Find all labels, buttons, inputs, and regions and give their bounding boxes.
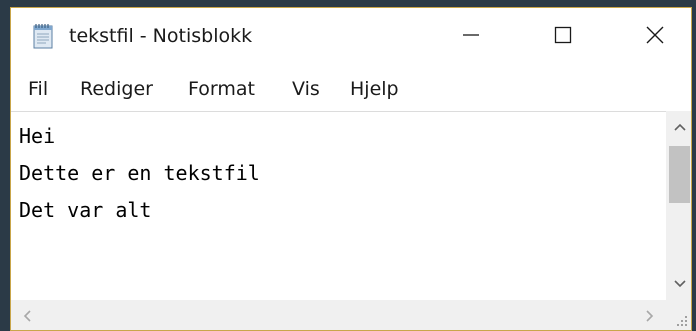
text-editor[interactable]: Hei Dette er en tekstfil Det var alt <box>11 111 666 300</box>
chevron-up-icon[interactable] <box>666 111 691 143</box>
menu-item-format[interactable]: Format <box>188 78 255 100</box>
window-title: tekstfil - Notisblokk <box>69 25 253 47</box>
chevron-down-icon[interactable] <box>666 268 691 300</box>
menu-item-fil[interactable]: Fil <box>28 78 48 100</box>
chevron-right-icon[interactable] <box>634 300 666 330</box>
minimize-button[interactable] <box>425 8 517 66</box>
chevron-left-icon[interactable] <box>11 300 43 330</box>
menu-item-hjelp[interactable]: Hjelp <box>350 78 399 100</box>
vertical-scrollbar[interactable] <box>666 111 691 300</box>
maximize-button[interactable] <box>517 8 609 66</box>
vertical-scroll-thumb[interactable] <box>669 146 690 203</box>
editor-line: Hei <box>19 124 56 148</box>
title-bar[interactable]: tekstfil - Notisblokk <box>11 8 691 66</box>
resize-grip-icon[interactable] <box>666 300 691 330</box>
maximize-icon <box>553 25 573 50</box>
menu-item-vis[interactable]: Vis <box>292 78 320 100</box>
notepad-window: tekstfil - Notisblokk Fil Rediger Format… <box>10 7 692 331</box>
menu-item-rediger[interactable]: Rediger <box>80 78 153 100</box>
minimize-icon <box>461 25 481 50</box>
horizontal-scrollbar[interactable] <box>11 300 666 330</box>
editor-line: Det var alt <box>19 198 152 222</box>
editor-line: Dette er en tekstfil <box>19 161 260 185</box>
menu-bar: Fil Rediger Format Vis Hjelp <box>11 66 691 110</box>
close-button[interactable] <box>609 8 691 66</box>
close-icon <box>645 25 665 50</box>
notepad-icon <box>31 23 55 49</box>
